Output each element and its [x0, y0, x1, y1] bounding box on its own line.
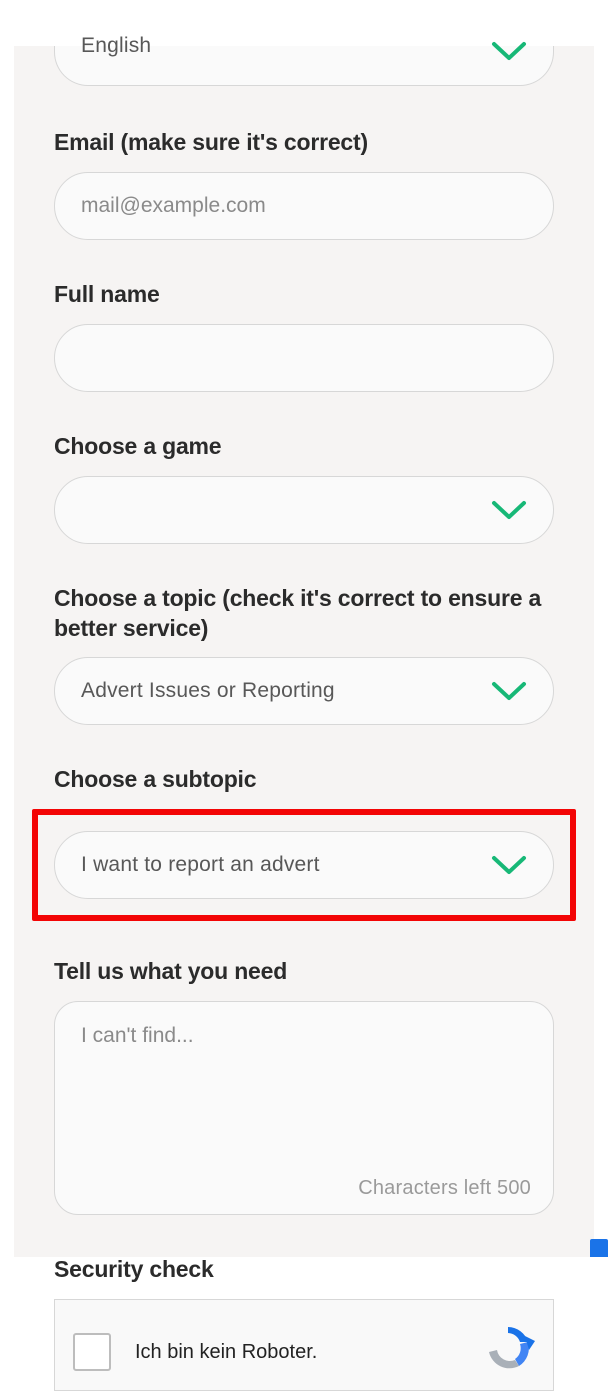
email-label: Email (make sure it's correct): [54, 128, 554, 158]
corner-widget-icon: [590, 1239, 608, 1257]
chevron-down-icon: [491, 854, 527, 876]
topic-select[interactable]: Advert Issues or Reporting: [54, 657, 554, 725]
fullname-label: Full name: [54, 280, 554, 310]
game-select[interactable]: [54, 476, 554, 544]
subtopic-label: Choose a subtopic: [54, 765, 554, 795]
recaptcha-text: Ich bin kein Roboter.: [135, 1341, 481, 1364]
chevron-down-icon: [491, 680, 527, 702]
topic-select-value: Advert Issues or Reporting: [81, 679, 483, 703]
email-field[interactable]: [81, 194, 527, 218]
fullname-field-wrapper[interactable]: [54, 324, 554, 392]
recaptcha-icon: [481, 1321, 535, 1375]
recaptcha-checkbox[interactable]: [73, 1333, 111, 1371]
topic-label: Choose a topic (check it's correct to en…: [54, 584, 554, 644]
email-field-wrapper[interactable]: [54, 172, 554, 240]
characters-left: Characters left 500: [358, 1177, 531, 1200]
subtopic-select-value: I want to report an advert: [81, 853, 483, 877]
chevron-down-icon: [491, 499, 527, 521]
security-label: Security check: [54, 1255, 554, 1285]
message-box[interactable]: Characters left 500: [54, 1001, 554, 1215]
subtopic-highlight: I want to report an advert: [32, 809, 576, 921]
message-label: Tell us what you need: [54, 957, 554, 987]
fullname-field[interactable]: [81, 346, 527, 370]
message-textarea[interactable]: [81, 1024, 527, 1164]
subtopic-select[interactable]: I want to report an advert: [54, 831, 554, 899]
recaptcha-widget[interactable]: Ich bin kein Roboter.: [54, 1299, 554, 1391]
game-label: Choose a game: [54, 432, 554, 462]
language-select[interactable]: English: [54, 46, 554, 86]
chevron-down-icon: [491, 40, 527, 62]
